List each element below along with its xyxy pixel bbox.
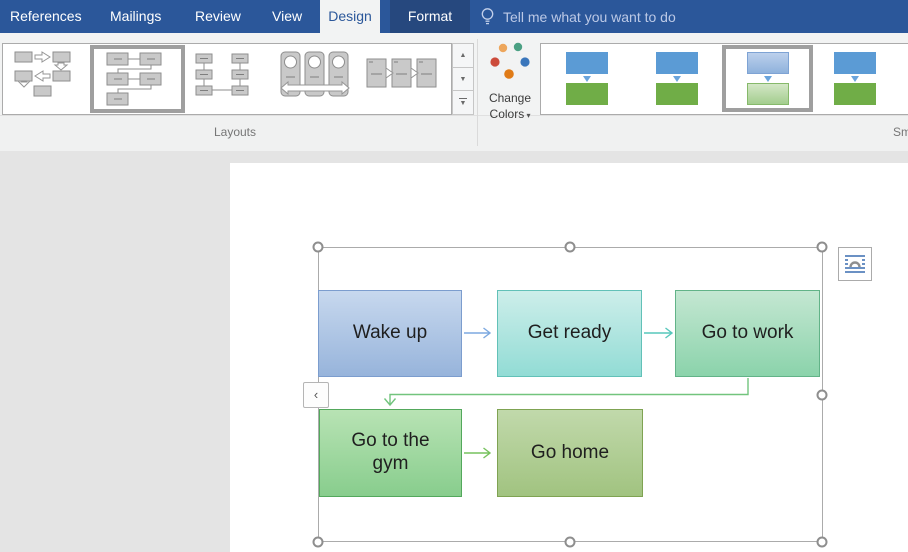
- layout-options-icon: [843, 252, 867, 276]
- down-arrow-icon: [764, 76, 772, 82]
- node-label: Go to the gym: [332, 430, 449, 476]
- style-swatch-green-gradient: [747, 83, 789, 105]
- smartart-node-go-to-the-gym[interactable]: Go to the gym: [319, 409, 462, 497]
- change-colors-label-line1: Change: [482, 91, 538, 105]
- layout-options-button[interactable]: [838, 247, 872, 281]
- smartart-node-go-to-work[interactable]: Go to work: [675, 290, 820, 377]
- tell-me-label: Tell me what you want to do: [503, 9, 676, 25]
- style-swatch-blue: [834, 52, 876, 74]
- tab-mailings[interactable]: Mailings: [110, 0, 161, 33]
- change-colors-label-line2: Colors: [482, 107, 538, 121]
- resize-handle-top-left[interactable]: [313, 242, 324, 253]
- layout-thumbnail-continuous-block-process[interactable]: [280, 50, 350, 100]
- style-thumbnail-1[interactable]: [566, 52, 608, 105]
- style-thumbnail-3-selected[interactable]: [722, 45, 813, 112]
- layout-thumbnail-vertical-process[interactable]: [190, 50, 258, 100]
- smartart-node-get-ready[interactable]: Get ready: [497, 290, 642, 377]
- gallery-scroll-up-button[interactable]: ▲: [452, 43, 474, 67]
- layouts-group-label: Layouts: [190, 125, 280, 139]
- layout-thumbnail-alternating-flow[interactable]: [12, 49, 76, 97]
- ribbon-tab-bar: References Mailings Review View Design F…: [0, 0, 908, 33]
- style-swatch-green: [834, 83, 876, 105]
- word-window: References Mailings Review View Design F…: [0, 0, 908, 552]
- text-pane-toggle-button[interactable]: [303, 382, 329, 408]
- style-thumbnail-4[interactable]: [834, 52, 876, 105]
- resize-handle-bottom-left[interactable]: [313, 537, 324, 548]
- smartart-styles-group-label: SmartArt Styles: [893, 125, 908, 139]
- resize-handle-top-right[interactable]: [817, 242, 828, 253]
- layout-thumbnail-picture-accent-process[interactable]: [366, 54, 438, 96]
- change-colors-button[interactable]: Change Colors: [482, 39, 538, 147]
- color-dots-icon: [482, 39, 538, 83]
- layouts-gallery-scrollbar: ▲ ▼ ▼: [452, 43, 474, 115]
- smartart-node-go-home[interactable]: Go home: [497, 409, 643, 497]
- group-separator: [477, 39, 478, 146]
- tab-design[interactable]: Design: [320, 0, 380, 33]
- down-arrow-icon: [673, 76, 681, 82]
- tab-review[interactable]: Review: [195, 0, 241, 33]
- node-label: Get ready: [528, 322, 611, 345]
- style-swatch-green: [566, 83, 608, 105]
- gallery-more-button[interactable]: ▼: [452, 90, 474, 115]
- style-swatch-blue-gradient: [747, 52, 789, 74]
- tab-view[interactable]: View: [272, 0, 302, 33]
- style-thumbnail-2[interactable]: [656, 52, 698, 105]
- resize-handle-bottom-right[interactable]: [817, 537, 828, 548]
- gallery-scroll-down-button[interactable]: ▼: [452, 67, 474, 91]
- resize-handle-top-middle[interactable]: [565, 242, 576, 253]
- node-label: Go to work: [702, 322, 794, 345]
- node-label: Go home: [531, 442, 609, 465]
- style-swatch-blue: [566, 52, 608, 74]
- smartart-node-wake-up[interactable]: Wake up: [318, 290, 462, 377]
- style-swatch-green: [656, 83, 698, 105]
- layout-thumbnail-bending-process-selected[interactable]: [90, 45, 185, 113]
- style-swatch-blue: [656, 52, 698, 74]
- group-label-strip: Layouts SmartArt Styles: [0, 115, 908, 151]
- resize-handle-middle-right[interactable]: [817, 390, 828, 401]
- down-arrow-icon: [583, 76, 591, 82]
- ribbon-design-tab-content: Layouts SmartArt Styles: [0, 33, 908, 151]
- down-arrow-icon: [851, 76, 859, 82]
- tab-format[interactable]: Format: [390, 0, 470, 33]
- node-label: Wake up: [353, 322, 427, 345]
- tab-references[interactable]: References: [10, 0, 82, 33]
- resize-handle-bottom-middle[interactable]: [565, 537, 576, 548]
- lightbulb-icon: [480, 7, 495, 27]
- tell-me-box[interactable]: Tell me what you want to do: [480, 0, 676, 33]
